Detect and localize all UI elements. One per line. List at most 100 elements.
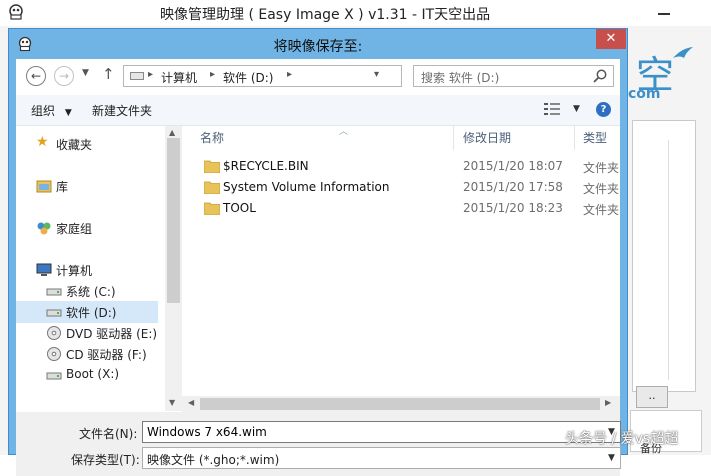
file-type: 文件夹 [583,203,620,217]
table-row[interactable]: $RECYCLE.BIN 2015/1/20 18:07 文件夹 [182,156,620,177]
view-options-icon[interactable] [544,102,560,116]
hscroll-thumb[interactable] [200,398,600,410]
file-date: 2015/1/20 18:07 [463,159,563,173]
table-row[interactable]: System Volume Information 2015/1/20 17:5… [182,177,620,198]
nav-item-label: 库 [56,180,69,194]
scroll-up-icon[interactable]: ▲ [169,128,175,137]
column-header-type[interactable]: 类型 [575,126,620,150]
nav-item-label: CD 驱动器 (F:) [66,348,147,362]
back-button[interactable]: ← [26,66,46,86]
dvd-icon [47,326,61,340]
cd-icon [47,347,61,361]
column-header-label: 类型 [583,131,608,145]
dialog-title: 将映像保存至: [273,39,363,55]
file-name: System Volume Information [223,180,390,194]
address-row: ← → ▼ ↑ ▸ 计算机 ▸ 软件 (D:) ▸ ▾ ↻ 搜索 软件 (D:) [16,59,620,95]
column-header-label: 修改日期 [463,131,512,145]
file-name: TOOL [223,201,256,215]
minimize-button[interactable] [650,4,678,20]
recent-locations-dropdown-icon[interactable]: ▼ [82,68,89,78]
watermark: 头条号 / 爱vs超超 [565,431,679,447]
nav-item-dvd-e[interactable]: DVD 驱动器 (E:) [16,322,158,344]
file-list: ︿ 名称 修改日期 类型 $RECYCLE.BIN 2015/1/20 18:0… [182,126,620,396]
file-date: 2015/1/20 17:58 [463,180,563,194]
search-input[interactable]: 搜索 软件 (D:) [413,65,614,87]
organize-label: 组织 [31,104,56,118]
homegroup-icon [37,222,51,235]
breadcrumb-separator-icon[interactable]: ▸ [148,69,153,80]
search-placeholder: 搜索 软件 (D:) [421,71,500,85]
forward-button[interactable]: → [54,66,74,86]
toolbar: 组织 ▼ 新建文件夹 ▼ ? [16,95,620,126]
filetype-value: 映像文件 (*.gho;*.wim) [147,453,280,467]
save-options-area: 文件名(N): ▼ 保存类型(T): 映像文件 (*.gho;*.wim) ▼ [16,412,621,476]
filetype-label: 保存类型(T): [71,453,140,467]
nav-item-label: Boot (X:) [66,367,120,381]
star-icon: ★ [36,134,49,150]
nav-item-homegroup[interactable]: 家庭组 [16,217,158,239]
file-type: 文件夹 [583,182,620,196]
nav-item-label: 计算机 [56,264,93,278]
nav-item-label: 家庭组 [56,222,93,236]
up-arrow-icon[interactable]: ↑ [102,65,115,83]
drive-icon [46,309,62,317]
folder-icon [204,202,220,215]
nav-item-drive-d[interactable]: 软件 (D:) [16,301,158,323]
file-list-hscrollbar[interactable]: ◀ ▶ [182,396,620,412]
organize-button[interactable]: 组织 ▼ [31,102,72,119]
folder-icon [204,181,220,194]
nav-item-label: 系统 (C:) [66,285,116,299]
file-name: $RECYCLE.BIN [223,159,309,173]
main-window-title: 映像管理助理 ( Easy Image X ) v1.31 - IT天空出品 [160,7,491,23]
bird-icon [673,47,693,58]
column-header-name[interactable]: ︿ 名称 [192,126,454,150]
new-folder-button[interactable]: 新建文件夹 [92,102,152,119]
drive-icon [130,72,144,80]
nav-item-favorites[interactable]: ★ 收藏夹 [16,133,158,155]
nav-scroll-thumb[interactable] [167,138,180,303]
address-dropdown-icon[interactable]: ▾ [374,69,379,80]
nav-item-cd-f[interactable]: CD 驱动器 (F:) [16,343,158,365]
column-header-date[interactable]: 修改日期 [455,126,575,150]
breadcrumb-separator-icon[interactable]: ▸ [210,69,215,80]
scroll-down-icon[interactable]: ▼ [169,398,175,407]
search-icon[interactable] [592,68,608,84]
drive-icon [46,288,62,296]
app-ghost-icon [9,4,23,20]
view-dropdown-icon[interactable]: ▼ [573,104,580,114]
scroll-left-icon[interactable]: ◀ [188,398,194,407]
drive-icon [46,372,62,380]
dialog-titlebar: 将映像保存至: ✕ [9,29,627,59]
chevron-down-icon: ▼ [64,108,72,118]
computer-icon [36,263,52,276]
nav-item-boot-x[interactable]: Boot (X:) [16,364,158,386]
nav-item-libraries[interactable]: 库 [16,175,158,197]
navigation-pane: ★ 收藏夹 库 家庭组 计算机 系统 (C:) 软件 (D:) DVD 驱动器 … [16,126,165,411]
file-date: 2015/1/20 18:23 [463,201,563,215]
nav-item-computer[interactable]: 计算机 [16,259,158,281]
filename-input[interactable] [142,421,621,443]
nav-item-label: 收藏夹 [56,138,93,152]
file-type: 文件夹 [583,161,620,175]
filetype-select[interactable]: 映像文件 (*.gho;*.wim) ▼ [142,447,621,469]
table-row[interactable]: TOOL 2015/1/20 18:23 文件夹 [182,198,620,219]
it-sky-logo: 空 com [628,44,698,104]
nav-pane-scrollbar[interactable]: ▲ ▼ [165,126,182,411]
save-dialog: 将映像保存至: ✕ ← → ▼ ↑ ▸ 计算机 ▸ 软件 (D:) ▸ ▾ ↻ … [8,28,628,476]
scroll-right-icon[interactable]: ▶ [605,398,611,407]
sort-ascending-icon: ︿ [339,127,349,137]
close-button[interactable]: ✕ [596,29,626,49]
breadcrumb-computer[interactable]: 计算机 [161,69,197,86]
nav-item-drive-c[interactable]: 系统 (C:) [16,280,158,302]
folder-icon [204,160,220,173]
help-icon[interactable]: ? [596,102,611,117]
browse-button[interactable]: .. [636,386,668,408]
main-right-panel-divider [668,140,697,380]
column-header-label: 名称 [200,131,225,145]
breadcrumb-separator-icon[interactable]: ▸ [287,69,292,80]
breadcrumb-drive-d[interactable]: 软件 (D:) [223,69,273,86]
filename-label: 文件名(N): [79,427,138,441]
library-icon [36,180,52,193]
nav-item-label: DVD 驱动器 (E:) [66,327,158,341]
address-bar[interactable]: ▸ 计算机 ▸ 软件 (D:) ▸ ▾ ↻ [123,65,499,87]
